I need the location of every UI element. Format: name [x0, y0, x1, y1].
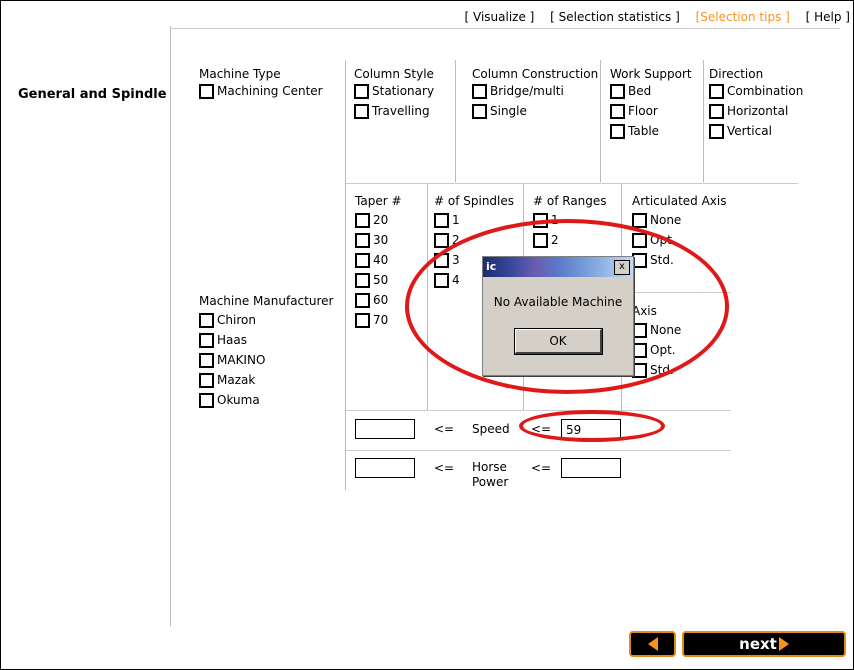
checkbox-icon[interactable]	[610, 123, 625, 139]
manufacturer-option[interactable]: Haas	[199, 330, 333, 350]
checkbox-icon[interactable]	[472, 83, 487, 99]
column-construction-option[interactable]: Bridge/multi	[472, 81, 598, 101]
machine-type-group: Machine Type Machining Center	[199, 67, 323, 101]
taper-option[interactable]: 40	[355, 250, 402, 270]
column-style-group: Column Style Stationary Travelling	[354, 67, 434, 121]
articulated-axis-option[interactable]: None	[632, 210, 727, 230]
arrow-left-icon	[647, 637, 658, 651]
taper-option[interactable]: 60	[355, 290, 402, 310]
taper-label: Taper #	[355, 194, 402, 208]
checkbox-icon[interactable]	[355, 252, 370, 268]
direction-option[interactable]: Horizontal	[709, 101, 803, 121]
manufacturer-option[interactable]: Mazak	[199, 370, 333, 390]
checkbox-icon[interactable]	[199, 83, 214, 99]
checkbox-icon[interactable]	[355, 232, 370, 248]
speed-min-operator: <=	[434, 422, 455, 436]
divider	[455, 60, 456, 182]
checkbox-icon[interactable]	[434, 212, 449, 228]
direction-option[interactable]: Combination	[709, 81, 803, 101]
work-support-group: Work Support Bed Floor Table	[610, 67, 692, 141]
selection-statistics-link[interactable]: [ Selection statistics ]	[550, 10, 680, 24]
next-label: next	[739, 635, 777, 653]
column-construction-label: Column Construction	[472, 67, 599, 81]
divider	[346, 183, 798, 184]
checkbox-icon[interactable]	[610, 103, 625, 119]
taper-option[interactable]: 20	[355, 210, 402, 230]
taper-group: Taper # 20 30 40 50 60 70	[355, 194, 402, 330]
checkbox-icon[interactable]	[355, 212, 370, 228]
back-button[interactable]	[629, 631, 676, 657]
column-style-label: Column Style	[354, 67, 434, 81]
divider	[170, 28, 840, 29]
checkbox-icon[interactable]	[354, 83, 369, 99]
visualize-link[interactable]: [ Visualize ]	[465, 10, 535, 24]
checkbox-icon[interactable]	[709, 123, 724, 139]
manufacturer-group: Machine Manufacturer Chiron Haas MAKINO …	[199, 294, 333, 410]
ranges-label: # of Ranges	[533, 194, 607, 208]
checkbox-icon[interactable]	[355, 272, 370, 288]
checkbox-icon[interactable]	[610, 83, 625, 99]
checkbox-icon[interactable]	[355, 292, 370, 308]
machine-type-label: Machine Type	[199, 67, 281, 81]
checkbox-icon[interactable]	[199, 312, 214, 328]
work-support-label: Work Support	[610, 67, 692, 81]
work-support-option[interactable]: Floor	[610, 101, 692, 121]
horsepower-label: Horse Power	[472, 460, 509, 489]
horsepower-min-input[interactable]	[355, 458, 415, 478]
help-link[interactable]: [ Help ]	[806, 10, 850, 24]
checkbox-icon[interactable]	[709, 103, 724, 119]
horsepower-max-input[interactable]	[561, 458, 621, 478]
manufacturer-option[interactable]: Chiron	[199, 310, 333, 330]
next-button[interactable]: next	[682, 631, 846, 657]
direction-group: Direction Combination Horizontal Vertica…	[709, 67, 803, 141]
column-style-option[interactable]: Stationary	[354, 81, 434, 101]
horsepower-min-operator: <=	[434, 461, 455, 475]
checkbox-icon[interactable]	[199, 332, 214, 348]
arrow-right-icon	[778, 637, 789, 651]
checkbox-icon[interactable]	[354, 103, 369, 119]
checkbox-icon[interactable]	[472, 103, 487, 119]
spindles-label: # of Spindles	[434, 194, 515, 208]
speed-min-input[interactable]	[355, 419, 415, 439]
divider	[703, 60, 704, 182]
checkbox-icon[interactable]	[199, 352, 214, 368]
highlight-ellipse	[405, 219, 729, 394]
taper-option[interactable]: 50	[355, 270, 402, 290]
direction-label: Direction	[709, 67, 764, 81]
articulated-axis-label: Articulated Axis	[632, 194, 727, 208]
taper-option[interactable]: 70	[355, 310, 402, 330]
selection-tips-link[interactable]: [Selection tips ]	[696, 10, 790, 24]
top-navigation: [ Visualize ] [ Selection statistics ] […	[453, 10, 851, 24]
section-title: General and Spindle	[18, 87, 167, 102]
speed-label: Speed	[472, 422, 510, 436]
column-construction-group: Column Construction Bridge/multi Single	[472, 67, 598, 121]
horsepower-max-operator: <=	[531, 461, 552, 475]
work-support-option[interactable]: Table	[610, 121, 692, 141]
divider	[346, 410, 731, 411]
manufacturer-option[interactable]: Okuma	[199, 390, 333, 410]
manufacturer-label: Machine Manufacturer	[199, 294, 334, 308]
column-construction-option[interactable]: Single	[472, 101, 598, 121]
checkbox-icon[interactable]	[199, 372, 214, 388]
machine-type-option[interactable]: Machining Center	[199, 81, 323, 101]
direction-option[interactable]: Vertical	[709, 121, 803, 141]
column-style-option[interactable]: Travelling	[354, 101, 434, 121]
work-support-option[interactable]: Bed	[610, 81, 692, 101]
divider	[600, 60, 601, 182]
checkbox-icon[interactable]	[434, 232, 449, 248]
divider	[346, 450, 731, 451]
divider	[170, 26, 171, 626]
checkbox-icon[interactable]	[355, 312, 370, 328]
highlight-ellipse	[519, 410, 665, 442]
manufacturer-option[interactable]: MAKINO	[199, 350, 333, 370]
checkbox-icon[interactable]	[709, 83, 724, 99]
divider	[345, 60, 346, 490]
checkbox-icon[interactable]	[199, 392, 214, 408]
checkbox-icon[interactable]	[632, 212, 647, 228]
taper-option[interactable]: 30	[355, 230, 402, 250]
